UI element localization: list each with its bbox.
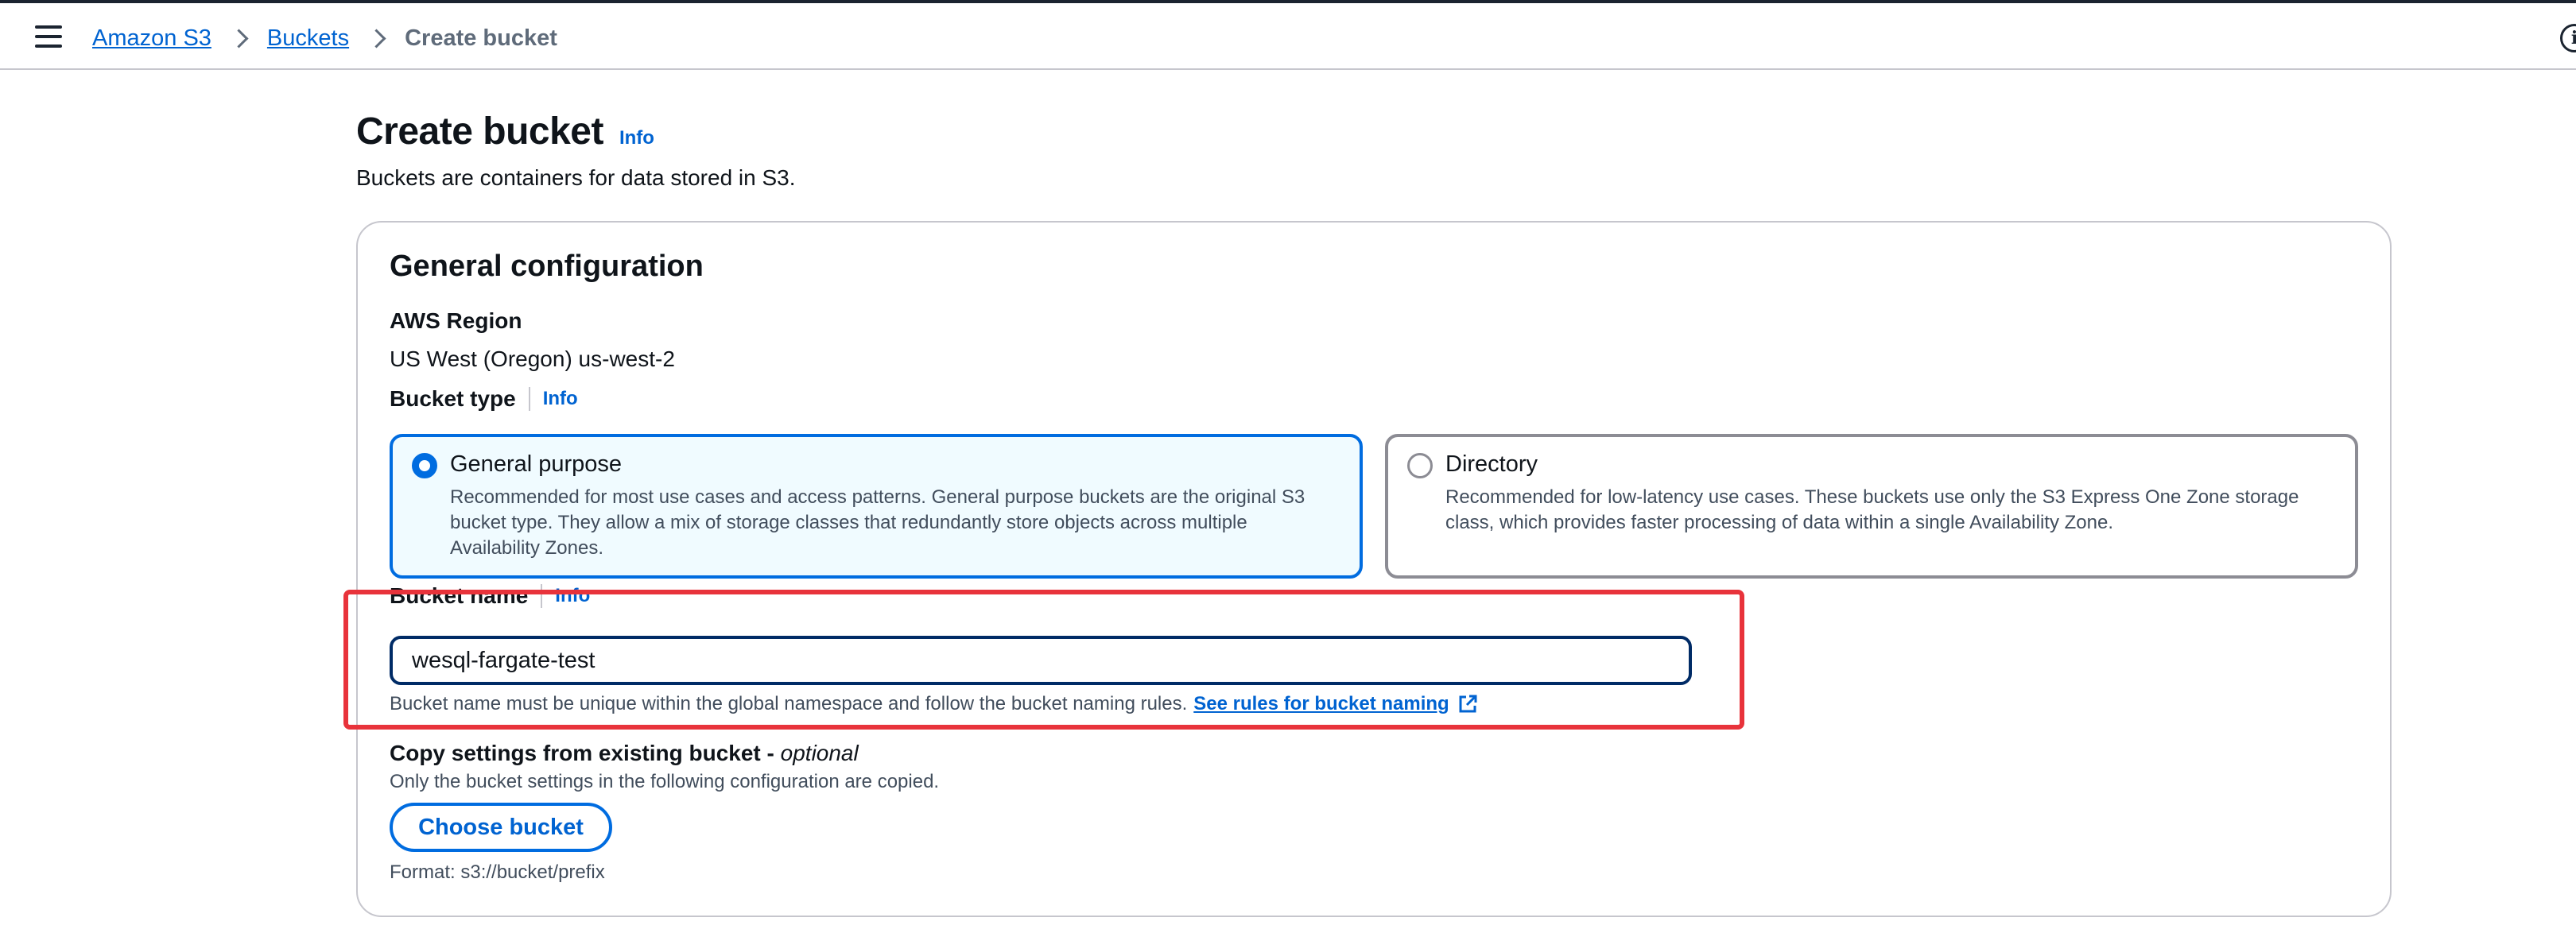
bucket-name-info-link[interactable]: Info [555,585,590,607]
region-label-text: AWS Region [390,308,522,333]
page-title: Create bucket [356,110,603,153]
copy-settings-description: Only the bucket settings in the followin… [390,771,940,792]
info-circle-icon[interactable]: i [2560,24,2576,52]
menu-icon[interactable] [35,25,62,48]
format-hint: Format: s3://bucket/prefix [390,861,605,883]
page-header: Create bucket Info [356,110,654,153]
region-value: US West (Oregon) us-west-2 [390,346,675,371]
copy-settings-label-text: Copy settings from existing bucket - [390,741,781,765]
bucket-type-label: Bucket type Info [390,386,578,412]
page-info-link[interactable]: Info [619,127,654,149]
breadcrumb-current: Create bucket [405,25,557,51]
label-divider [528,387,530,411]
naming-rules-link[interactable]: See rules for bucket naming [1193,693,1477,715]
bucket-type-info-link[interactable]: Info [543,388,578,410]
naming-rules-link-text: See rules for bucket naming [1193,693,1449,714]
choose-bucket-button[interactable]: Choose bucket [390,803,612,852]
chevron-right-icon [365,26,389,50]
bucket-type-label-text: Bucket type [390,386,516,411]
breadcrumb-amazon-s3[interactable]: Amazon S3 [92,25,211,52]
general-configuration-panel: General configuration AWS Region US West… [356,221,2392,917]
panel-title: General configuration [390,250,704,283]
bucket-type-general-purpose[interactable]: General purpose Recommended for most use… [390,434,1363,579]
bucket-name-input[interactable] [390,636,1692,685]
top-navigation-bar: Amazon S3 Buckets Create bucket i [0,0,2576,70]
region-label: AWS Region [390,308,522,334]
copy-settings-label: Copy settings from existing bucket - opt… [390,741,859,766]
bucket-name-constraint: Bucket name must be unique within the gl… [390,693,1478,715]
radio-selected-icon[interactable] [412,453,437,478]
optional-tag: optional [780,741,859,765]
tile-title: General purpose [450,451,623,477]
page-subtitle: Buckets are containers for data stored i… [356,165,796,190]
tile-description: Recommended for low-latency use cases. T… [1445,486,2299,533]
bucket-name-label: Bucket name Info [390,583,590,609]
chevron-right-icon [227,26,251,50]
tile-title: Directory [1445,451,1538,477]
radio-unselected-icon[interactable] [1407,453,1433,478]
bucket-name-label-text: Bucket name [390,583,529,608]
label-divider [541,584,543,608]
tile-description: Recommended for most use cases and acces… [450,486,1305,559]
breadcrumb-buckets[interactable]: Buckets [267,25,349,52]
bucket-type-directory[interactable]: Directory Recommended for low-latency us… [1385,434,2358,579]
external-link-icon [1459,695,1477,713]
constraint-text: Bucket name must be unique within the gl… [390,693,1188,714]
breadcrumb: Amazon S3 Buckets Create bucket [92,21,557,56]
